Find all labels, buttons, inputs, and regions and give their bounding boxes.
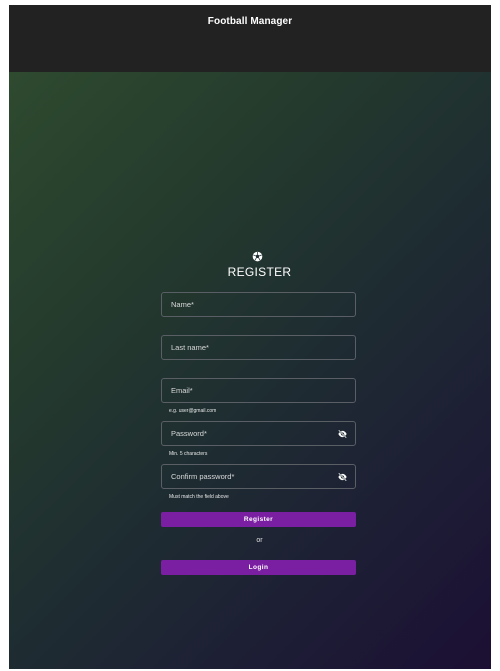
app-title: Football Manager xyxy=(207,16,293,27)
login-button[interactable]: Login xyxy=(161,560,356,575)
or-separator: or xyxy=(256,537,263,544)
password-field-label: Password* xyxy=(171,429,207,438)
confirm-password-hint: Must match the field above xyxy=(169,494,229,500)
main-content: REGISTER Name* Last name* Email* e.g. us… xyxy=(9,72,491,669)
football-icon xyxy=(252,251,263,262)
last-name-field-label: Last name* xyxy=(171,343,209,352)
top-app-bar: Football Manager xyxy=(9,5,491,72)
name-field[interactable]: Name* xyxy=(161,292,356,317)
eye-off-icon[interactable] xyxy=(337,472,348,482)
form-title: REGISTER xyxy=(227,265,292,279)
password-hint: Min. 5 characters xyxy=(169,451,208,457)
app-window: Football Manager REGISTER Name* Last nam… xyxy=(9,5,491,669)
confirm-password-field[interactable]: Confirm password* xyxy=(161,464,356,489)
register-button[interactable]: Register xyxy=(161,512,356,527)
email-field-label: Email* xyxy=(171,386,193,395)
last-name-field[interactable]: Last name* xyxy=(161,335,356,360)
confirm-password-field-label: Confirm password* xyxy=(171,472,235,481)
eye-off-icon[interactable] xyxy=(337,429,348,439)
email-field[interactable]: Email* xyxy=(161,378,356,403)
password-field[interactable]: Password* xyxy=(161,421,356,446)
name-field-label: Name* xyxy=(171,300,194,309)
email-hint: e.g. user@gmail.com xyxy=(169,408,217,414)
